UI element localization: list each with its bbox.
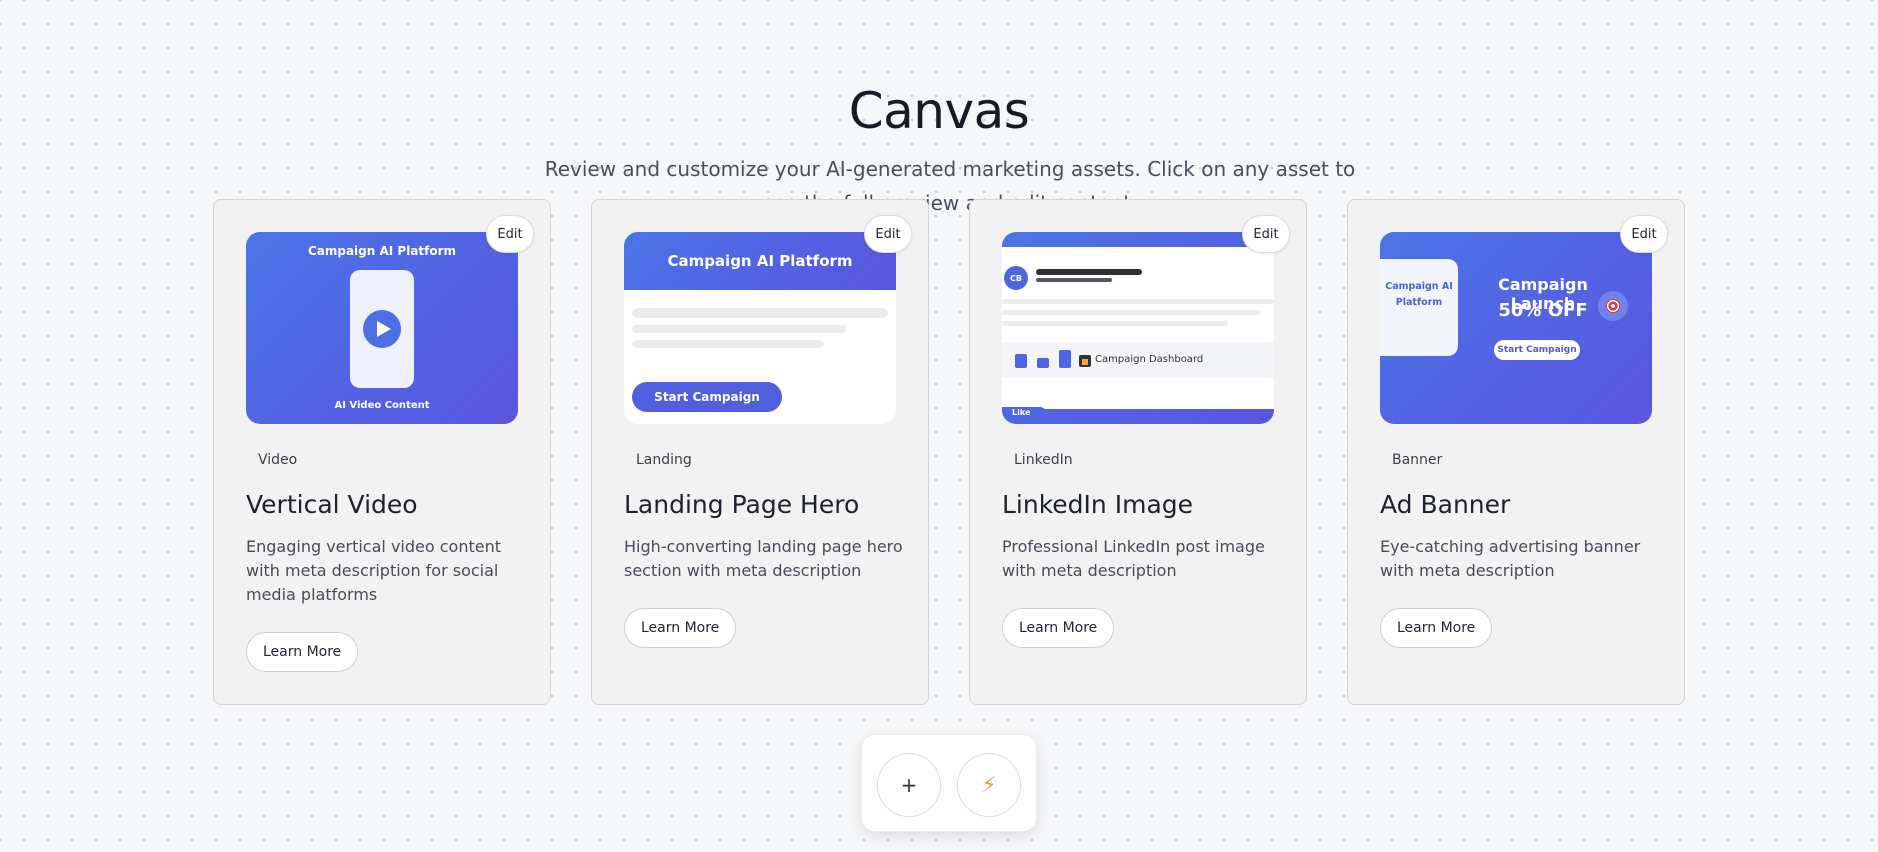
asset-card-linkedin[interactable]: Edit CB Campaign Dashboard Like LinkedIn… <box>969 199 1307 705</box>
text-line <box>1002 299 1274 304</box>
add-button[interactable]: + <box>877 753 941 817</box>
landing-preview[interactable]: Campaign AI Platform Start Campaign <box>624 232 896 424</box>
banner-preview[interactable]: Campaign AI Platform Campaign Launch 50%… <box>1380 232 1652 424</box>
card-description: Engaging vertical video content with met… <box>246 537 501 604</box>
strip-label: Campaign Dashboard <box>1095 354 1204 365</box>
asset-card-banner[interactable]: Edit Campaign AI Platform Campaign Launc… <box>1347 199 1685 705</box>
card-title: LinkedIn Image <box>1002 490 1194 519</box>
preview-title: Campaign AI Platform <box>307 244 457 258</box>
preview-subtitle: AI Video Content <box>334 400 430 411</box>
learn-more-button[interactable]: Learn More <box>1380 608 1493 648</box>
learn-more-button[interactable]: Learn More <box>1002 608 1115 648</box>
placeholder-line <box>632 325 846 333</box>
card-description: High-converting landing page hero sectio… <box>624 537 903 580</box>
asset-type-tag: LinkedIn <box>1014 452 1073 468</box>
asset-type-tag: Landing <box>636 452 692 468</box>
edit-button[interactable]: Edit <box>1620 215 1668 253</box>
linkedin-preview[interactable]: CB Campaign Dashboard Like <box>1002 232 1274 424</box>
chart-bar <box>1059 350 1071 368</box>
edit-button[interactable]: Edit <box>486 215 534 253</box>
card-title: Vertical Video <box>246 490 418 519</box>
avatar: CB <box>1004 266 1028 290</box>
learn-more-button[interactable]: Learn More <box>246 632 359 672</box>
brand-text: Campaign AI Platform <box>1385 281 1453 308</box>
image-strip: Campaign Dashboard <box>1002 342 1274 378</box>
text-line <box>1002 310 1260 315</box>
chart-icon <box>1079 355 1091 367</box>
brand-box: Campaign AI Platform <box>1380 259 1458 356</box>
card-description: Professional LinkedIn post image with me… <box>1002 537 1265 580</box>
preview-cta: Start Campaign <box>632 382 782 412</box>
edit-button[interactable]: Edit <box>1242 215 1290 253</box>
edit-button[interactable]: Edit <box>864 215 912 253</box>
post-body: CB Campaign Dashboard Like <box>1002 247 1274 419</box>
target-icon <box>1598 291 1628 321</box>
card-title: Ad Banner <box>1380 490 1511 519</box>
banner-cta: Start Campaign <box>1494 340 1580 360</box>
asset-type-tag: Video <box>258 452 298 468</box>
chart-bar <box>1015 354 1027 368</box>
learn-more-button[interactable]: Learn More <box>624 608 737 648</box>
lightning-icon[interactable]: ⚡ <box>957 753 1021 817</box>
placeholder-line <box>632 308 888 318</box>
asset-card-video[interactable]: Edit Campaign AI Platform AI Video Conte… <box>213 199 551 705</box>
floating-toolbar: + ⚡ <box>861 734 1037 832</box>
asset-card-landing[interactable]: Edit Campaign AI Platform Start Campaign… <box>591 199 929 705</box>
page-title: Canvas <box>848 82 1030 140</box>
card-title: Landing Page Hero <box>624 490 860 519</box>
chart-bar <box>1037 358 1049 368</box>
text-line <box>1002 321 1228 326</box>
play-icon <box>363 310 401 348</box>
placeholder-line <box>632 340 824 348</box>
card-description: Eye-catching advertising banner with met… <box>1380 537 1641 580</box>
headline-line <box>1036 278 1112 282</box>
phone-mockup <box>350 270 414 388</box>
video-preview[interactable]: Campaign AI Platform AI Video Content <box>246 232 518 424</box>
like-badge: Like <box>1002 407 1046 419</box>
asset-type-tag: Banner <box>1392 452 1443 468</box>
name-line <box>1036 269 1142 275</box>
preview-title: Campaign AI Platform <box>624 232 896 290</box>
